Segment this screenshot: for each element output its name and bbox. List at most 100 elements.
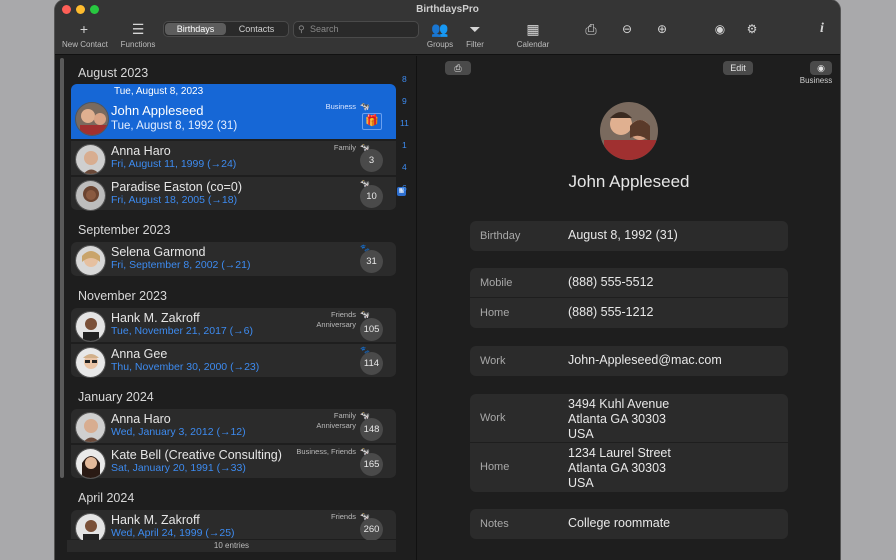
info-icon: i bbox=[820, 21, 824, 36]
birthday-row[interactable]: Anna Gee Thu, November 30, 2000 (→23) 🐾 … bbox=[71, 344, 396, 378]
field-label: Work bbox=[480, 355, 506, 367]
notes-card: Notes College roommate bbox=[470, 509, 788, 539]
days-count-badge: 3 bbox=[360, 149, 383, 172]
index-item[interactable]: 6 bbox=[402, 183, 407, 193]
settings-button[interactable]: ⚙ bbox=[742, 22, 762, 36]
app-window: BirthdaysPro + New Contact ☰ Functions B… bbox=[55, 0, 840, 560]
field-value[interactable]: August 8, 1992 (31) bbox=[568, 228, 678, 243]
field-value[interactable]: 1234 Laurel Street Atlanta GA 30303 USA bbox=[568, 446, 671, 491]
group-icon: 🐄 bbox=[360, 102, 370, 111]
groups-button[interactable]: 👥 Groups bbox=[423, 22, 457, 49]
zoom-out-button[interactable]: ⊖ bbox=[617, 22, 637, 36]
mobile-field: Mobile (888) 555-5512 bbox=[470, 268, 788, 298]
field-label: Work bbox=[480, 412, 506, 424]
address-card: Work 3494 Kuhl Avenue Atlanta GA 30303 U… bbox=[470, 394, 788, 492]
contact-full-name: John Appleseed bbox=[568, 172, 690, 191]
window-title: BirthdaysPro bbox=[416, 4, 479, 15]
new-contact-label: New Contact bbox=[62, 40, 108, 49]
print-button[interactable]: ⎙ bbox=[581, 22, 601, 36]
index-item[interactable]: 8 bbox=[402, 74, 407, 84]
field-value[interactable]: 3494 Kuhl Avenue Atlanta GA 30303 USA bbox=[568, 397, 669, 442]
field-value[interactable]: John-Appleseed@mac.com bbox=[568, 353, 722, 368]
group-tag: Business, Friends bbox=[296, 447, 356, 456]
birthday-row[interactable]: Anna Haro Fri, August 11, 1999 (→24) Fam… bbox=[71, 141, 396, 176]
calendar-label: Calendar bbox=[516, 40, 550, 49]
field-label: Home bbox=[480, 307, 510, 319]
birthday-row[interactable]: John Appleseed Tue, August 8, 1992 (31) … bbox=[71, 100, 396, 140]
tab-contacts[interactable]: Contacts bbox=[226, 23, 287, 35]
birthday-row[interactable]: Paradise Easton (co=0) Fri, August 18, 2… bbox=[71, 177, 406, 211]
selected-date-header: Tue, August 8, 2023 bbox=[71, 84, 396, 100]
info-button[interactable]: i bbox=[812, 22, 832, 36]
contact-name: Hank M. Zakroff bbox=[111, 311, 200, 325]
group-tag: Family bbox=[333, 411, 356, 420]
birthday-date: Sat, January 20, 1991 (→33) bbox=[111, 462, 246, 474]
index-item[interactable]: 11 bbox=[400, 118, 409, 128]
event-tag: Anniversary bbox=[316, 421, 356, 430]
business-view-button[interactable]: ◉ bbox=[810, 61, 832, 75]
contact-name: John Appleseed bbox=[111, 103, 204, 118]
avatar bbox=[75, 180, 106, 211]
group-tag: Friends bbox=[330, 310, 356, 319]
search-icon: ⚲ bbox=[298, 24, 305, 34]
search-input[interactable]: ⚲ Search bbox=[293, 21, 419, 38]
birthday-row[interactable]: Hank M. Zakroff Wed, April 24, 1999 (→25… bbox=[71, 510, 396, 544]
tab-birthdays[interactable]: Birthdays bbox=[165, 23, 226, 35]
birthday-row[interactable]: Anna Haro Wed, January 3, 2012 (→12) Fam… bbox=[71, 409, 396, 444]
days-count-badge: 114 bbox=[360, 352, 383, 375]
gift-icon: 🎁 bbox=[362, 113, 382, 130]
index-item[interactable]: 4 bbox=[402, 162, 407, 172]
contact-name: Anna Haro bbox=[111, 412, 171, 426]
new-contact-button[interactable]: + New Contact bbox=[62, 21, 108, 49]
home-phone-field: Home (888) 555-1212 bbox=[470, 298, 788, 328]
functions-label: Functions bbox=[120, 40, 156, 49]
print-detail-button[interactable]: ⎙ bbox=[445, 61, 471, 75]
birthday-row[interactable]: Hank M. Zakroff Tue, November 21, 2017 (… bbox=[71, 308, 396, 343]
birthday-field: Birthday August 8, 1992 (31) bbox=[470, 221, 788, 251]
birthday-row[interactable]: Selena Garmond Fri, September 8, 2002 (→… bbox=[71, 242, 396, 277]
eye-button[interactable]: ◉ bbox=[710, 22, 730, 36]
home-address-field: Home 1234 Laurel Street Atlanta GA 30303… bbox=[470, 443, 788, 492]
field-value[interactable]: (888) 555-1212 bbox=[568, 305, 653, 320]
avatar bbox=[75, 311, 106, 342]
zoom-in-button[interactable]: ⊕ bbox=[652, 22, 672, 36]
groups-label: Groups bbox=[426, 40, 454, 49]
days-count-badge: 165 bbox=[360, 453, 383, 476]
print-icon: ⎙ bbox=[454, 63, 462, 73]
birthday-date: Wed, January 3, 2012 (→12) bbox=[111, 426, 246, 438]
contact-name: Paradise Easton (co=0) bbox=[111, 180, 242, 194]
view-segmented-control: Birthdays Contacts bbox=[163, 21, 289, 37]
list-scrollbar[interactable] bbox=[60, 58, 64, 478]
birthday-row[interactable]: Kate Bell (Creative Consulting) Sat, Jan… bbox=[71, 445, 396, 479]
contact-name: Kate Bell (Creative Consulting) bbox=[111, 448, 282, 462]
birthday-card: Birthday August 8, 1992 (31) bbox=[470, 221, 788, 251]
group-tag: Friends bbox=[330, 512, 356, 521]
calendar-button[interactable]: ▦ Calendar bbox=[511, 22, 555, 49]
days-count-badge: 10 bbox=[360, 185, 383, 208]
birthday-date: Tue, August 8, 1992 (31) bbox=[111, 120, 238, 132]
filter-button[interactable]: ⏷ Filter bbox=[458, 22, 492, 49]
avatar bbox=[75, 245, 106, 276]
event-tag: Anniversary bbox=[316, 320, 356, 329]
functions-button[interactable]: ☰ Functions bbox=[118, 22, 158, 49]
avatar bbox=[75, 347, 106, 378]
eye-icon: ◉ bbox=[817, 63, 825, 73]
plus-icon: + bbox=[79, 21, 89, 37]
index-item[interactable]: 9 bbox=[402, 96, 407, 106]
gear-icon: ⚙ bbox=[746, 22, 758, 36]
contact-name: Anna Gee bbox=[111, 347, 168, 361]
birthday-date: Fri, August 11, 1999 (→24) bbox=[111, 158, 237, 170]
group-tag: Business bbox=[325, 102, 356, 111]
contact-photo bbox=[600, 102, 658, 160]
index-item[interactable]: 1 bbox=[402, 140, 407, 150]
phone-card: Mobile (888) 555-5512 Home (888) 555-121… bbox=[470, 268, 788, 328]
month-header: January 2024 bbox=[78, 390, 154, 404]
edit-button[interactable]: Edit bbox=[723, 61, 753, 75]
email-card: Work John-Appleseed@mac.com bbox=[470, 346, 788, 376]
month-header: April 2024 bbox=[78, 491, 135, 505]
month-header: August 2023 bbox=[78, 66, 149, 80]
field-value[interactable]: (888) 555-5512 bbox=[568, 275, 653, 290]
days-count-badge: 31 bbox=[360, 250, 383, 273]
field-value[interactable]: College roommate bbox=[568, 516, 670, 531]
contact-name: Hank M. Zakroff bbox=[111, 513, 200, 527]
